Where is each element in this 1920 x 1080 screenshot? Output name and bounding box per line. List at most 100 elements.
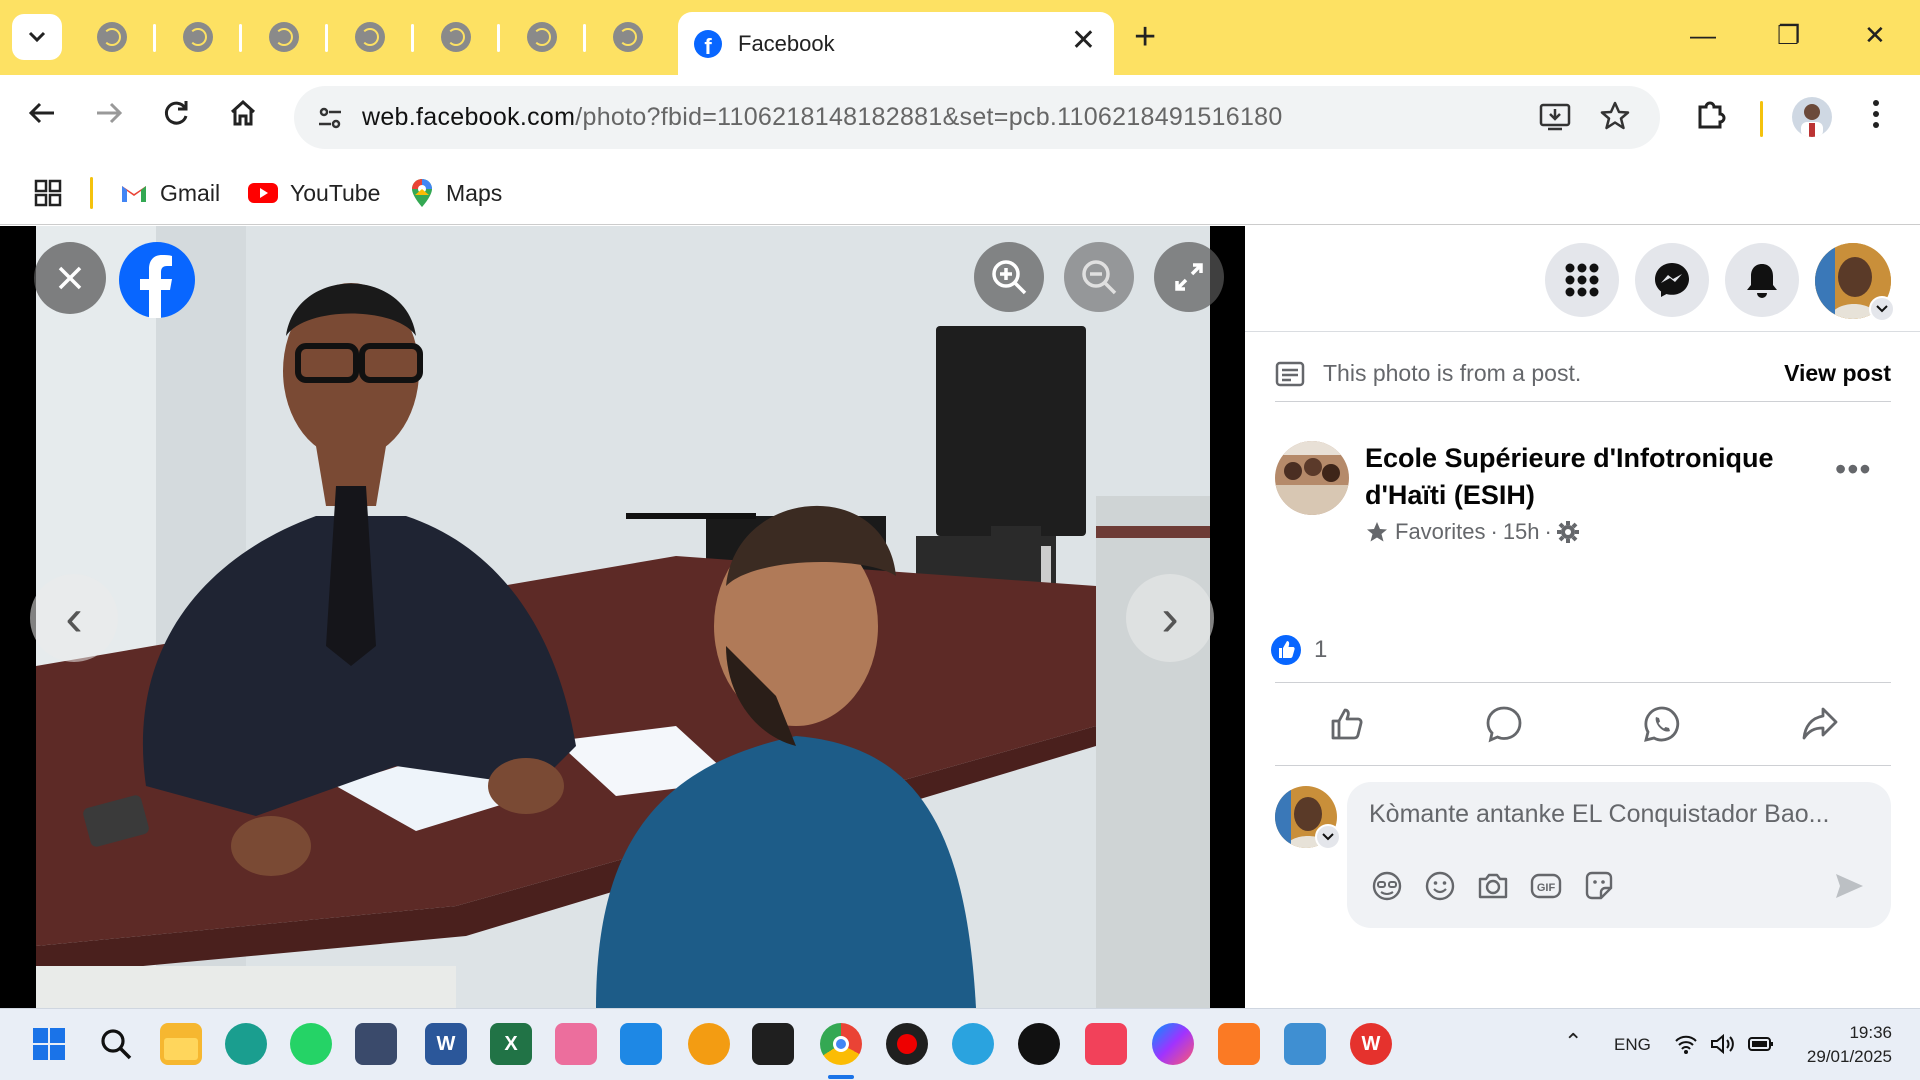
zoom-in-button[interactable]: [974, 242, 1044, 312]
address-bar[interactable]: web.facebook.com/photo?fbid=110621814818…: [294, 86, 1660, 149]
language-indicator[interactable]: ENG: [1614, 1035, 1651, 1055]
menu-button[interactable]: [1545, 243, 1619, 317]
comment-button[interactable]: [1483, 703, 1525, 745]
tab-facebook[interactable]: f Facebook ✕: [678, 12, 1114, 75]
pinned-tab[interactable]: [97, 22, 127, 52]
menu-grid-icon: [1565, 263, 1599, 297]
reload-button[interactable]: [160, 97, 192, 138]
tab-search-button[interactable]: [12, 14, 62, 60]
search-button[interactable]: [95, 1023, 137, 1065]
account-menu-chevron[interactable]: [1869, 296, 1895, 322]
zoom-out-button[interactable]: [1064, 242, 1134, 312]
bookmark-gmail[interactable]: Gmail: [120, 173, 220, 213]
extensions-button[interactable]: [1694, 97, 1728, 140]
restore-button[interactable]: ❐: [1777, 20, 1800, 50]
minimize-button[interactable]: —: [1690, 20, 1716, 50]
window-close-button[interactable]: ✕: [1864, 20, 1886, 50]
back-button[interactable]: [26, 97, 58, 138]
share-button[interactable]: [1799, 703, 1841, 745]
send-comment-button[interactable]: [1831, 868, 1867, 904]
tab-separator: [153, 24, 156, 52]
messenger-app-icon[interactable]: [1152, 1023, 1194, 1065]
telegram-icon[interactable]: [952, 1023, 994, 1065]
chevron-down-icon: [1876, 305, 1888, 313]
tiktok-studio-icon[interactable]: [1085, 1023, 1127, 1065]
snipping-tool-icon[interactable]: [555, 1023, 597, 1065]
page-name[interactable]: Ecole Supérieure d'Infotronique d'Haïti …: [1365, 440, 1785, 514]
recorder-icon[interactable]: [886, 1023, 928, 1065]
file-explorer-icon[interactable]: [160, 1023, 202, 1065]
start-button[interactable]: [28, 1023, 70, 1065]
site-info-icon[interactable]: [312, 100, 348, 136]
pinned-tab[interactable]: [183, 22, 213, 52]
profile-avatar[interactable]: [1792, 97, 1832, 137]
pinned-tab[interactable]: [527, 22, 557, 52]
sticker-button[interactable]: [1581, 868, 1617, 904]
pinned-tab[interactable]: [355, 22, 385, 52]
url-text[interactable]: web.facebook.com/photo?fbid=110621814818…: [362, 103, 1283, 132]
virtualbox-icon[interactable]: [355, 1023, 397, 1065]
wifi-icon[interactable]: [1674, 1033, 1698, 1060]
messenger-icon: [1655, 263, 1689, 297]
search-app-icon[interactable]: [688, 1023, 730, 1065]
excel-icon[interactable]: X: [490, 1023, 532, 1065]
view-post-link[interactable]: View post: [1784, 360, 1891, 387]
zoom-out-icon: [1082, 260, 1117, 295]
new-tab-button[interactable]: +: [1134, 18, 1156, 56]
clock-date[interactable]: 29/01/2025: [1792, 1047, 1892, 1067]
pinned-tab[interactable]: [441, 22, 471, 52]
reactions-summary[interactable]: 1: [1270, 634, 1327, 666]
photo-attach-button[interactable]: [1475, 868, 1511, 904]
avatar-sticker-button[interactable]: [1369, 868, 1405, 904]
word-icon[interactable]: W: [425, 1023, 467, 1065]
clock-time[interactable]: 19:36: [1810, 1023, 1892, 1043]
messenger-button[interactable]: [1635, 243, 1709, 317]
post-options-button[interactable]: •••: [1835, 453, 1872, 485]
gif-button[interactable]: GIF: [1528, 868, 1564, 904]
post-time[interactable]: 15h: [1503, 519, 1540, 545]
photo-note-text: This photo is from a post.: [1323, 360, 1582, 386]
fullscreen-button[interactable]: [1154, 242, 1224, 312]
browser-menu-button[interactable]: [1870, 97, 1882, 140]
install-app-icon[interactable]: [1538, 100, 1572, 142]
previous-photo-button[interactable]: ‹: [30, 574, 118, 662]
next-photo-button[interactable]: ›: [1126, 574, 1214, 662]
puzzle-icon: [1698, 101, 1726, 129]
bookmark-maps[interactable]: Maps: [410, 173, 502, 213]
pinned-tab[interactable]: [269, 22, 299, 52]
post-side-panel: This photo is from a post. View post Eco…: [1245, 226, 1920, 1008]
whatsapp-share-button[interactable]: [1641, 703, 1683, 745]
tab-separator: [411, 24, 414, 52]
close-viewer-button[interactable]: [34, 242, 106, 314]
whatsapp-app-icon[interactable]: [290, 1023, 332, 1065]
terminal-icon[interactable]: [752, 1023, 794, 1065]
vscode-icon[interactable]: [620, 1023, 662, 1065]
like-button[interactable]: [1326, 703, 1368, 745]
chrome-icon[interactable]: [820, 1023, 862, 1065]
comment-input[interactable]: Kòmante antanke EL Conquistador Bao...: [1369, 800, 1879, 829]
pinned-tab[interactable]: [613, 22, 643, 52]
edge-icon[interactable]: [225, 1023, 267, 1065]
notifications-button[interactable]: [1725, 243, 1799, 317]
smiley-icon: [1425, 871, 1455, 901]
home-button[interactable]: [227, 97, 259, 138]
apps-button[interactable]: [34, 173, 62, 213]
bookmark-youtube[interactable]: YouTube: [248, 173, 380, 213]
forward-button[interactable]: [93, 97, 125, 138]
bookmark-star-icon[interactable]: [1599, 100, 1631, 140]
tab-close-button[interactable]: ✕: [1071, 26, 1096, 56]
photos-icon[interactable]: [1284, 1023, 1326, 1065]
commenter-switch-chevron[interactable]: [1315, 824, 1341, 850]
tiktok-icon[interactable]: [1018, 1023, 1060, 1065]
sticker-icon: [1585, 871, 1613, 900]
wps-office-icon[interactable]: W: [1350, 1023, 1392, 1065]
facebook-logo-icon[interactable]: [119, 242, 195, 318]
battery-icon[interactable]: [1748, 1035, 1774, 1058]
comment-composer[interactable]: Kòmante antanke EL Conquistador Bao... G…: [1347, 782, 1891, 928]
page-avatar[interactable]: [1275, 441, 1349, 515]
xampp-icon[interactable]: [1218, 1023, 1260, 1065]
photo-from-post-notice: This photo is from a post. View post: [1275, 358, 1891, 402]
volume-icon[interactable]: [1710, 1033, 1736, 1060]
tray-overflow-button[interactable]: ⌃: [1564, 1029, 1582, 1055]
emoji-button[interactable]: [1422, 868, 1458, 904]
